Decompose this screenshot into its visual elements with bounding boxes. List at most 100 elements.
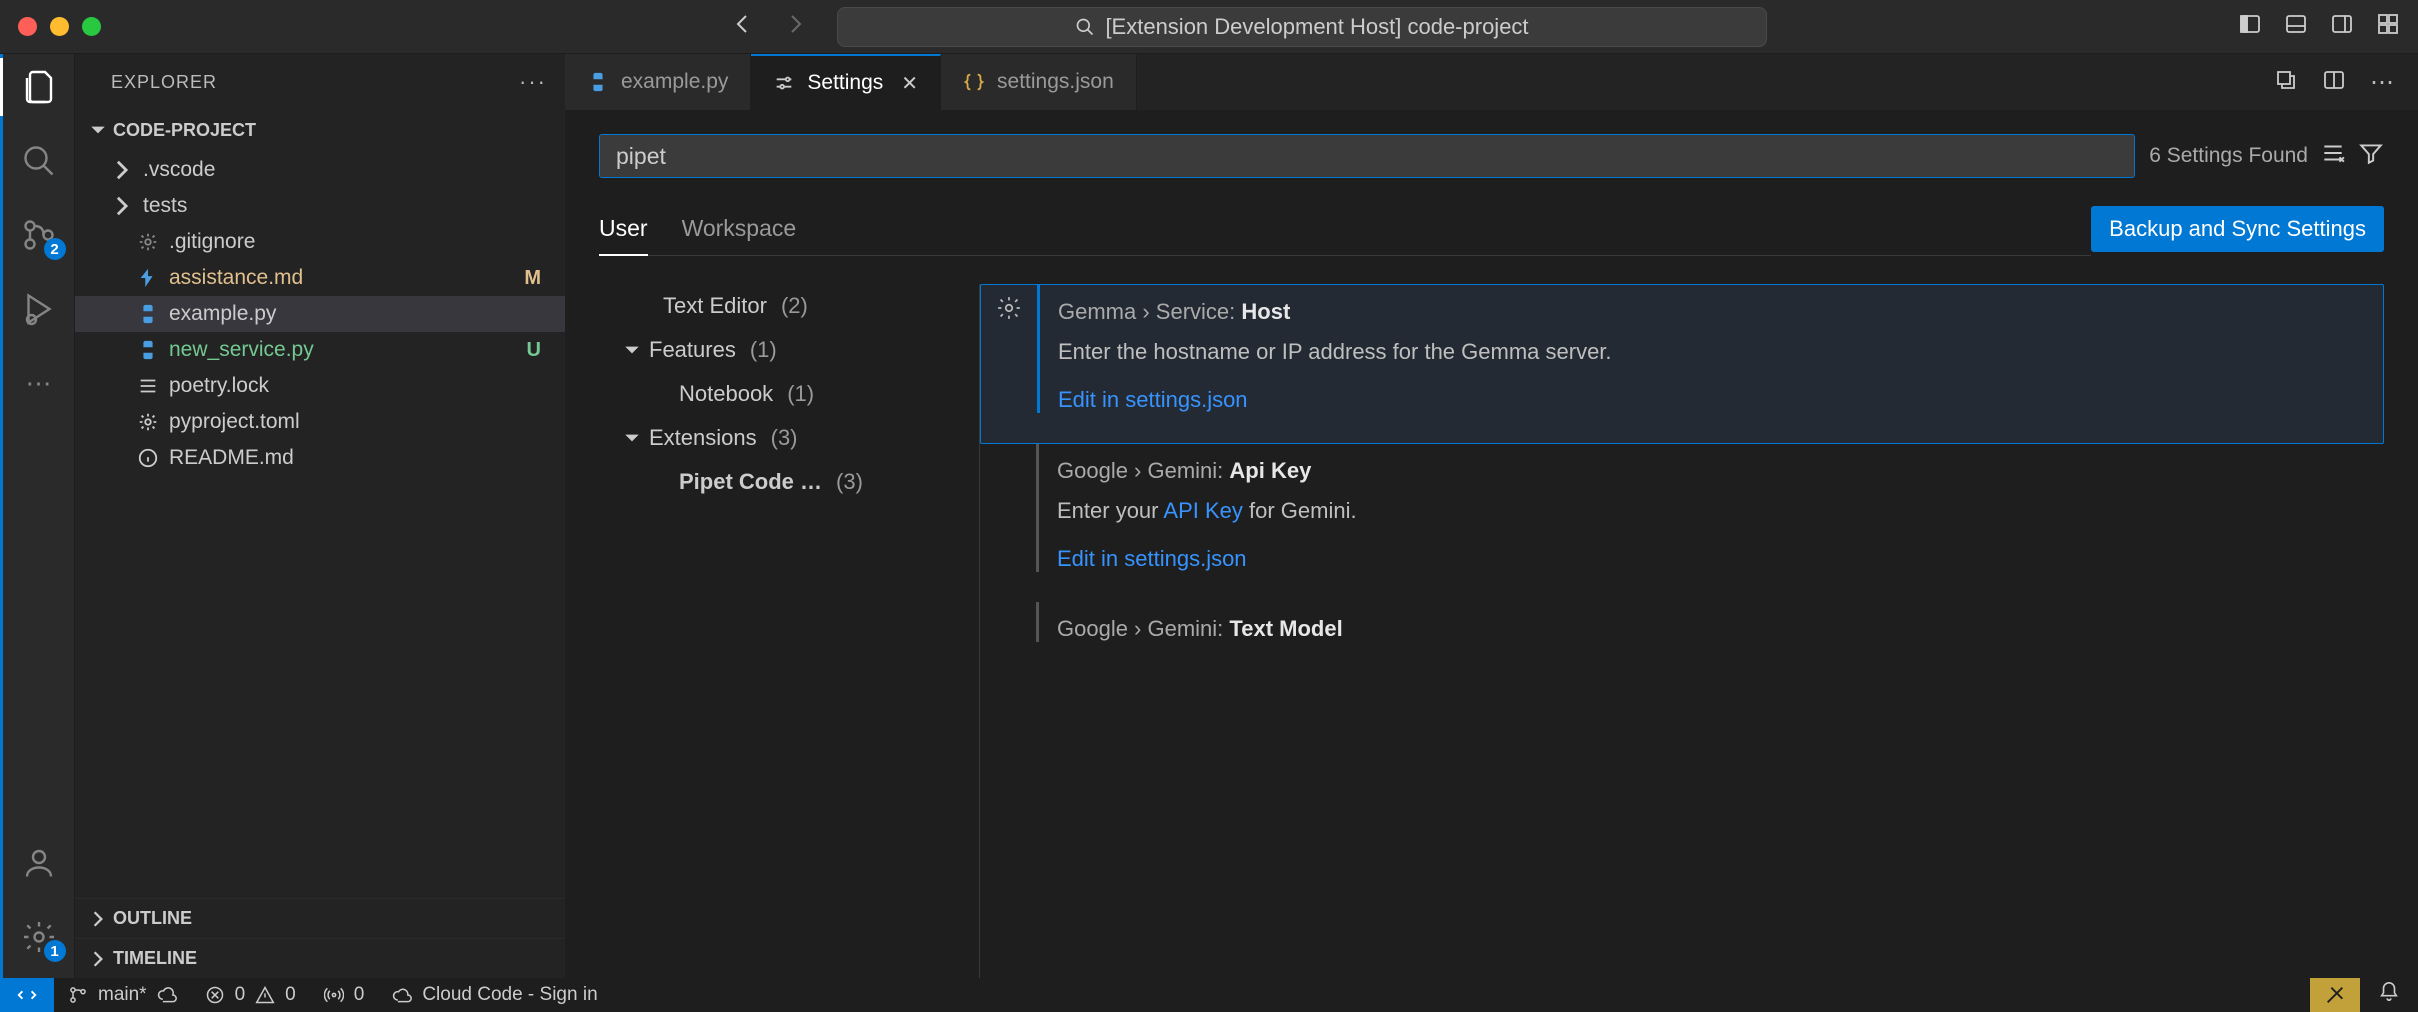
toggle-panel-icon[interactable] [2284,12,2308,41]
chevron-down-icon [623,429,641,447]
activity-search[interactable] [18,140,60,182]
file-tree: .vscode tests .gitignore assistance.md M… [75,150,565,898]
toc-features[interactable]: Features (1) [623,328,979,372]
settings-list[interactable]: Gemma › Service: Host Enter the hostname… [979,284,2384,978]
edit-in-settings-json-link[interactable]: Edit in settings.json [1057,546,1247,572]
setting-gemini-textmodel[interactable]: Google › Gemini: Text Model [980,602,2384,672]
account-icon [21,845,57,881]
cloud-sync-icon[interactable] [157,985,177,1005]
close-window-button[interactable] [18,17,37,36]
folder-vscode[interactable]: .vscode [75,152,565,188]
folder-label: .vscode [143,158,215,182]
notifications-button[interactable] [2360,981,2418,1009]
gear-icon[interactable] [996,295,1022,321]
file-label: pyproject.toml [169,410,300,434]
command-center[interactable]: [Extension Development Host] code-projec… [837,7,1767,47]
toc-pipet[interactable]: Pipet Code … (3) [623,460,979,504]
split-editor-icon[interactable] [2322,68,2346,97]
status-problems[interactable]: 0 0 [191,984,310,1006]
toggle-primary-sidebar-icon[interactable] [2238,12,2262,41]
activity-settings[interactable]: 1 [18,916,60,958]
chevron-down-icon [89,121,107,139]
file-label: assistance.md [169,266,303,290]
project-section-header[interactable]: CODE-PROJECT [75,110,565,150]
timeline-section-header[interactable]: TIMELINE [75,938,565,978]
tab-settings-json[interactable]: settings.json [941,54,1137,110]
files-icon [21,69,57,105]
cloud-icon [392,985,412,1005]
nav-forward-button[interactable] [783,12,807,41]
scope-workspace-tab[interactable]: Workspace [682,215,797,255]
filter-icon[interactable] [2358,140,2384,172]
setting-gemma-host[interactable]: Gemma › Service: Host Enter the hostname… [980,284,2384,444]
settings-found-count: 6 Settings Found [2149,144,2308,168]
file-readme-md[interactable]: README.md [75,440,565,476]
alert-icon [2324,984,2346,1006]
file-poetry-lock[interactable]: poetry.lock [75,368,565,404]
explorer-more-button[interactable]: ··· [519,69,547,95]
status-cloud-code[interactable]: Cloud Code - Sign in [378,984,611,1006]
error-icon [205,985,225,1005]
explorer-title: EXPLORER [111,72,217,93]
activity-source-control[interactable]: 2 [18,214,60,256]
window-title: [Extension Development Host] code-projec… [1105,14,1528,40]
backup-sync-button[interactable]: Backup and Sync Settings [2091,206,2384,252]
timeline-label: TIMELINE [113,948,197,969]
toc-notebook[interactable]: Notebook (1) [623,372,979,416]
toggle-secondary-sidebar-icon[interactable] [2330,12,2354,41]
activity-run-debug[interactable] [18,288,60,330]
activity-more[interactable]: ⋯ [18,362,60,404]
status-alert-button[interactable] [2310,978,2360,1012]
settings-search-input[interactable]: pipet [599,134,2135,178]
remote-button[interactable] [0,978,54,1012]
project-name: CODE-PROJECT [113,120,256,141]
tab-settings[interactable]: Settings ✕ [751,54,941,110]
bell-icon [2378,981,2400,1003]
tab-more-icon[interactable]: ⋯ [2370,68,2394,97]
close-tab-icon[interactable]: ✕ [901,71,918,96]
remote-icon [16,984,38,1006]
status-branch[interactable]: main* [54,984,191,1006]
file-pyproject-toml[interactable]: pyproject.toml [75,404,565,440]
setting-gemini-apikey[interactable]: Google › Gemini: Api Key Enter your API … [980,444,2384,602]
status-ports[interactable]: 0 [310,984,379,1006]
settings-badge: 1 [44,940,66,962]
customize-layout-icon[interactable] [2376,12,2400,41]
scm-decoration: M [524,267,541,290]
title-bar: [Extension Development Host] code-projec… [0,0,2418,54]
outline-section-header[interactable]: OUTLINE [75,898,565,938]
explorer-sidebar: EXPLORER ··· CODE-PROJECT .vscode tests … [75,54,565,978]
window-controls [18,17,101,36]
radio-icon [324,985,344,1005]
python-icon [137,303,159,325]
scope-user-tab[interactable]: User [599,215,648,256]
file-assistance-md[interactable]: assistance.md M [75,260,565,296]
file-new-service-py[interactable]: new_service.py U [75,332,565,368]
info-icon [137,447,159,469]
minimize-window-button[interactable] [50,17,69,36]
nav-back-button[interactable] [731,12,755,41]
tab-example-py[interactable]: example.py [565,54,751,110]
search-value: pipet [616,143,666,170]
api-key-link[interactable]: API Key [1163,498,1242,523]
chevron-right-icon [111,159,133,181]
activity-explorer[interactable] [18,66,60,108]
toc-text-editor[interactable]: Text Editor (2) [623,284,979,328]
toc-extensions[interactable]: Extensions (3) [623,416,979,460]
maximize-window-button[interactable] [82,17,101,36]
folder-tests[interactable]: tests [75,188,565,224]
activity-accounts[interactable] [18,842,60,884]
file-label: .gitignore [169,230,255,254]
edit-in-settings-json-link[interactable]: Edit in settings.json [1058,387,1248,413]
clear-search-icon[interactable] [2320,140,2346,172]
scm-decoration: U [527,339,541,362]
file-example-py[interactable]: example.py [75,296,565,332]
file-label: example.py [169,302,276,326]
gear-icon [137,411,159,433]
braces-icon [963,71,985,93]
python-icon [137,339,159,361]
open-changes-icon[interactable] [2274,68,2298,97]
file-gitignore[interactable]: .gitignore [75,224,565,260]
list-icon [137,375,159,397]
warning-icon [255,985,275,1005]
